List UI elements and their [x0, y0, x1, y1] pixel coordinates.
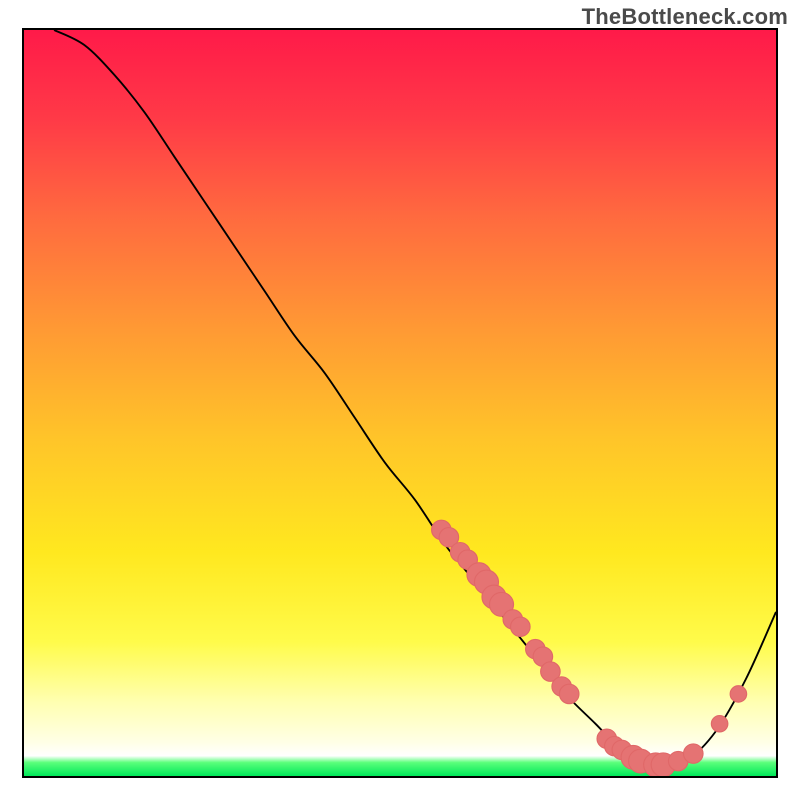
data-marker [684, 744, 704, 763]
chart-container: TheBottleneck.com [0, 0, 800, 800]
data-marker [511, 617, 531, 636]
data-marker [711, 716, 728, 732]
chart-svg [24, 30, 776, 776]
gradient-background [24, 30, 776, 776]
data-marker [559, 684, 579, 703]
data-marker [730, 686, 747, 702]
plot-area [22, 28, 778, 778]
watermark-text: TheBottleneck.com [582, 4, 788, 30]
